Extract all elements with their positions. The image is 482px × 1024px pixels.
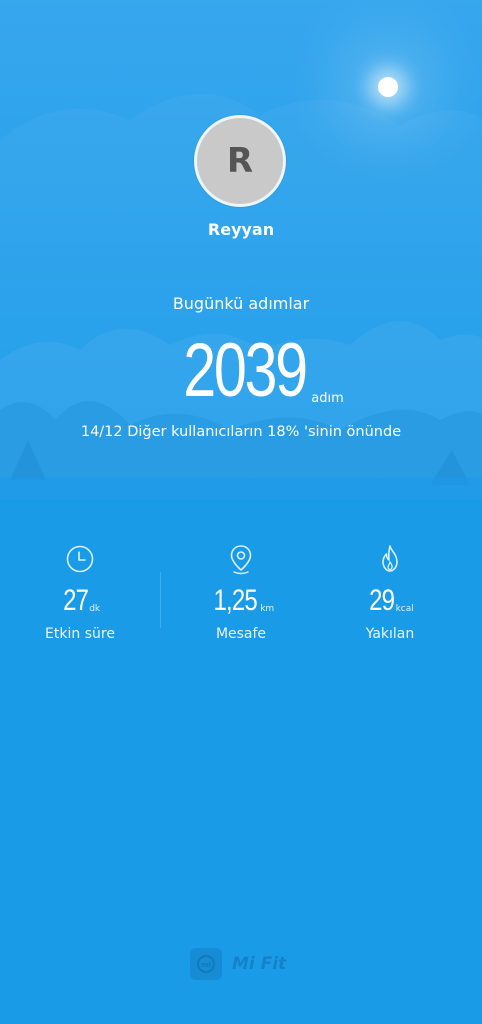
- brand-footer: mi Mi Fit: [190, 947, 286, 981]
- clock-icon: [66, 545, 94, 573]
- mi-fit-logo-icon: mi: [190, 948, 222, 980]
- stat-distance-value: 1,25: [213, 584, 257, 617]
- steps-unit: adım: [311, 391, 344, 406]
- stat-active-value: 27: [62, 584, 89, 617]
- stat-calories-unit: kcal: [395, 604, 414, 614]
- sun-decoration: [378, 77, 398, 97]
- stat-active-time[interactable]: 27dk Etkin süre: [0, 542, 160, 642]
- stat-calories-label: Yakılan: [365, 626, 415, 642]
- today-steps-label: Bugünkü adımlar: [172, 294, 310, 313]
- stat-active-unit: dk: [89, 604, 101, 614]
- brand-name: Mi Fit: [232, 954, 287, 974]
- steps-count: 2039: [183, 328, 308, 413]
- stats-divider: [160, 572, 161, 628]
- avatar-letter: R: [226, 141, 254, 181]
- stats-row: 27dk Etkin süre 1,25 km Mesafe 29kcal Yak…: [0, 542, 482, 652]
- stat-distance[interactable]: 1,25 km Mesafe: [161, 542, 321, 642]
- location-pin-icon: [230, 545, 252, 575]
- stat-distance-label: Mesafe: [215, 626, 267, 642]
- stat-calories-value: 29: [369, 584, 395, 617]
- avatar[interactable]: R: [197, 118, 283, 204]
- rank-text: 14/12 Diğer kullanıcıların 18% 'sinin ön…: [80, 424, 402, 440]
- flame-icon: [382, 545, 398, 572]
- username: Reyyan: [207, 220, 275, 239]
- stat-calories[interactable]: 29kcal Yakılan: [310, 542, 470, 642]
- stat-distance-unit: km: [260, 604, 275, 614]
- svg-text:mi: mi: [201, 961, 211, 969]
- steps-display[interactable]: 2039 adım: [0, 333, 482, 409]
- stat-active-label: Etkin süre: [45, 626, 115, 642]
